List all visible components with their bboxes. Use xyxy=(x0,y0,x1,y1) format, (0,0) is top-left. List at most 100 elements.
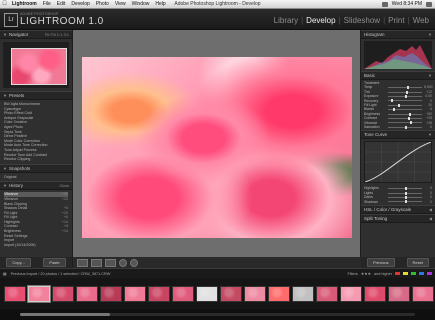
slider-value[interactable]: 0 xyxy=(424,125,432,129)
history-clear-button[interactable]: Clear xyxy=(59,183,69,188)
slider-track[interactable] xyxy=(388,99,422,103)
filmstrip-thumbnail[interactable] xyxy=(292,285,314,302)
filmstrip-thumbnail[interactable] xyxy=(268,285,290,302)
filmstrip-thumbnail[interactable] xyxy=(172,285,194,302)
filmstrip-thumbnail[interactable] xyxy=(148,285,170,302)
crop-icon[interactable] xyxy=(105,258,116,267)
slider-track[interactable] xyxy=(388,116,422,120)
slider-track[interactable] xyxy=(388,103,422,107)
slider-track[interactable] xyxy=(388,200,422,204)
slider-thumb[interactable] xyxy=(393,108,396,112)
menu-lightroom[interactable]: Lightroom xyxy=(9,1,40,7)
slider-thumb[interactable] xyxy=(407,116,410,120)
zoom-1-1[interactable]: 1:1 xyxy=(57,32,63,37)
rose-photo[interactable] xyxy=(82,57,352,238)
navigator-preview[interactable] xyxy=(3,42,69,88)
slider-thumb[interactable] xyxy=(405,195,407,199)
menu-photo[interactable]: Photo xyxy=(93,1,112,7)
snapshots-header[interactable]: ▼ Snapshots xyxy=(0,163,72,173)
slider-track[interactable] xyxy=(388,195,422,199)
filmstrip-thumbnail[interactable] xyxy=(76,285,98,302)
menu-edit[interactable]: Edit xyxy=(54,1,69,7)
slider-thumb[interactable] xyxy=(405,187,407,191)
slider-thumb[interactable] xyxy=(405,90,408,94)
module-slideshow[interactable]: Slideshow xyxy=(344,16,380,25)
slider-thumb[interactable] xyxy=(409,121,412,125)
filmstrip-thumbnail[interactable] xyxy=(52,285,74,302)
slider-thumb[interactable] xyxy=(409,112,412,116)
histogram-header[interactable]: Histogram ▼ xyxy=(361,30,435,39)
presets-header[interactable]: ▼ Presets xyxy=(0,91,72,100)
color-label-filter-red[interactable] xyxy=(395,272,400,275)
hsl-header[interactable]: HSL / Color / Grayscale ◀ xyxy=(361,205,435,215)
menu-file[interactable]: File xyxy=(40,1,54,7)
slider-track[interactable] xyxy=(388,86,422,90)
slider-track[interactable] xyxy=(388,121,422,125)
slider-thumb[interactable] xyxy=(405,191,407,195)
slider-track[interactable] xyxy=(388,112,422,116)
preset-item[interactable]: Recolor Clipping xyxy=(4,157,68,162)
slider-track[interactable] xyxy=(388,191,422,195)
copy-button[interactable]: Copy... xyxy=(6,258,31,267)
reset-button[interactable]: Reset xyxy=(406,258,429,267)
filmstrip-thumbnail[interactable] xyxy=(340,285,362,302)
volume-icon[interactable] xyxy=(381,1,388,7)
filmstrip-thumbnail[interactable] xyxy=(100,285,122,302)
slider-track[interactable] xyxy=(388,125,422,129)
slider-thumb[interactable] xyxy=(391,99,394,103)
color-label-filter-green[interactable] xyxy=(411,272,416,275)
zoom-fit[interactable]: Fit xyxy=(45,32,49,37)
basic-row[interactable]: Saturation 0 xyxy=(364,125,432,129)
history-item[interactable]: Import (10/14/2006) xyxy=(4,243,68,248)
color-label-filter-purple[interactable] xyxy=(427,272,432,275)
tone-curve-graph[interactable] xyxy=(364,141,432,184)
filmstrip-thumbnail[interactable] xyxy=(4,285,26,302)
slider-thumb[interactable] xyxy=(406,86,409,90)
filmstrip-thumbnail[interactable] xyxy=(196,285,218,302)
tone-curve-header[interactable]: Tone Curve ▼ xyxy=(361,130,435,140)
filmstrip-thumbnail[interactable] xyxy=(27,284,51,303)
tone-row[interactable]: Shadows 0 xyxy=(364,200,432,204)
slider-track[interactable] xyxy=(388,108,422,112)
filmstrip-thumbnail[interactable] xyxy=(124,285,146,302)
loupe-view-icon[interactable] xyxy=(77,258,88,267)
filmstrip-thumbnail[interactable] xyxy=(364,285,386,302)
previous-button[interactable]: Previous xyxy=(366,258,395,267)
filmstrip-scroll-thumb[interactable] xyxy=(20,313,110,316)
basic-header[interactable]: Basic ▼ xyxy=(361,71,435,80)
menu-window[interactable]: Window xyxy=(129,1,153,7)
paste-button[interactable]: Paste xyxy=(43,258,66,267)
slider-thumb[interactable] xyxy=(398,103,401,107)
filmstrip-breadcrumb[interactable]: Previous Import / 20 photos / 1 selected… xyxy=(11,272,111,276)
module-develop[interactable]: Develop xyxy=(306,16,335,25)
menu-view[interactable]: View xyxy=(112,1,129,7)
red-eye-icon[interactable] xyxy=(119,258,127,267)
menubar-clock[interactable]: Wed 8:34 PM xyxy=(392,1,422,7)
color-label-filter-yellow[interactable] xyxy=(403,272,408,275)
spotlight-icon[interactable] xyxy=(426,1,432,7)
slider-track[interactable] xyxy=(388,90,422,94)
snapshot-item[interactable]: Original xyxy=(4,175,68,180)
filmstrip-thumbnail[interactable] xyxy=(244,285,266,302)
module-print[interactable]: Print xyxy=(388,16,404,25)
color-label-filter-blue[interactable] xyxy=(419,272,424,275)
navigator-thumbnail[interactable] xyxy=(11,48,67,85)
before-after-icon[interactable] xyxy=(91,258,102,267)
filmstrip-scrollbar[interactable] xyxy=(20,313,415,316)
zoom-fill[interactable]: Fill xyxy=(51,32,56,37)
slider-track[interactable] xyxy=(388,94,422,98)
slider-track[interactable] xyxy=(388,187,422,191)
grid-view-icon[interactable]: ▦ xyxy=(3,271,7,276)
navigator-zoom-options[interactable]: Fit Fill 1:1 3:1 xyxy=(45,32,69,37)
apple-menu-icon[interactable]:  xyxy=(0,1,9,7)
slider-thumb[interactable] xyxy=(405,94,407,98)
white-balance-icon[interactable] xyxy=(130,258,138,267)
menu-develop[interactable]: Develop xyxy=(68,1,92,7)
slider-thumb[interactable] xyxy=(405,125,407,129)
module-library[interactable]: Library xyxy=(274,16,298,25)
navigator-header[interactable]: ▼ Navigator Fit Fill 1:1 3:1 xyxy=(0,30,72,39)
slider-value[interactable]: 0 xyxy=(424,200,432,204)
rating-qualifier[interactable]: and higher xyxy=(374,272,392,276)
history-header[interactable]: ▼ History Clear xyxy=(0,181,72,191)
filmstrip-thumbnail[interactable] xyxy=(220,285,242,302)
